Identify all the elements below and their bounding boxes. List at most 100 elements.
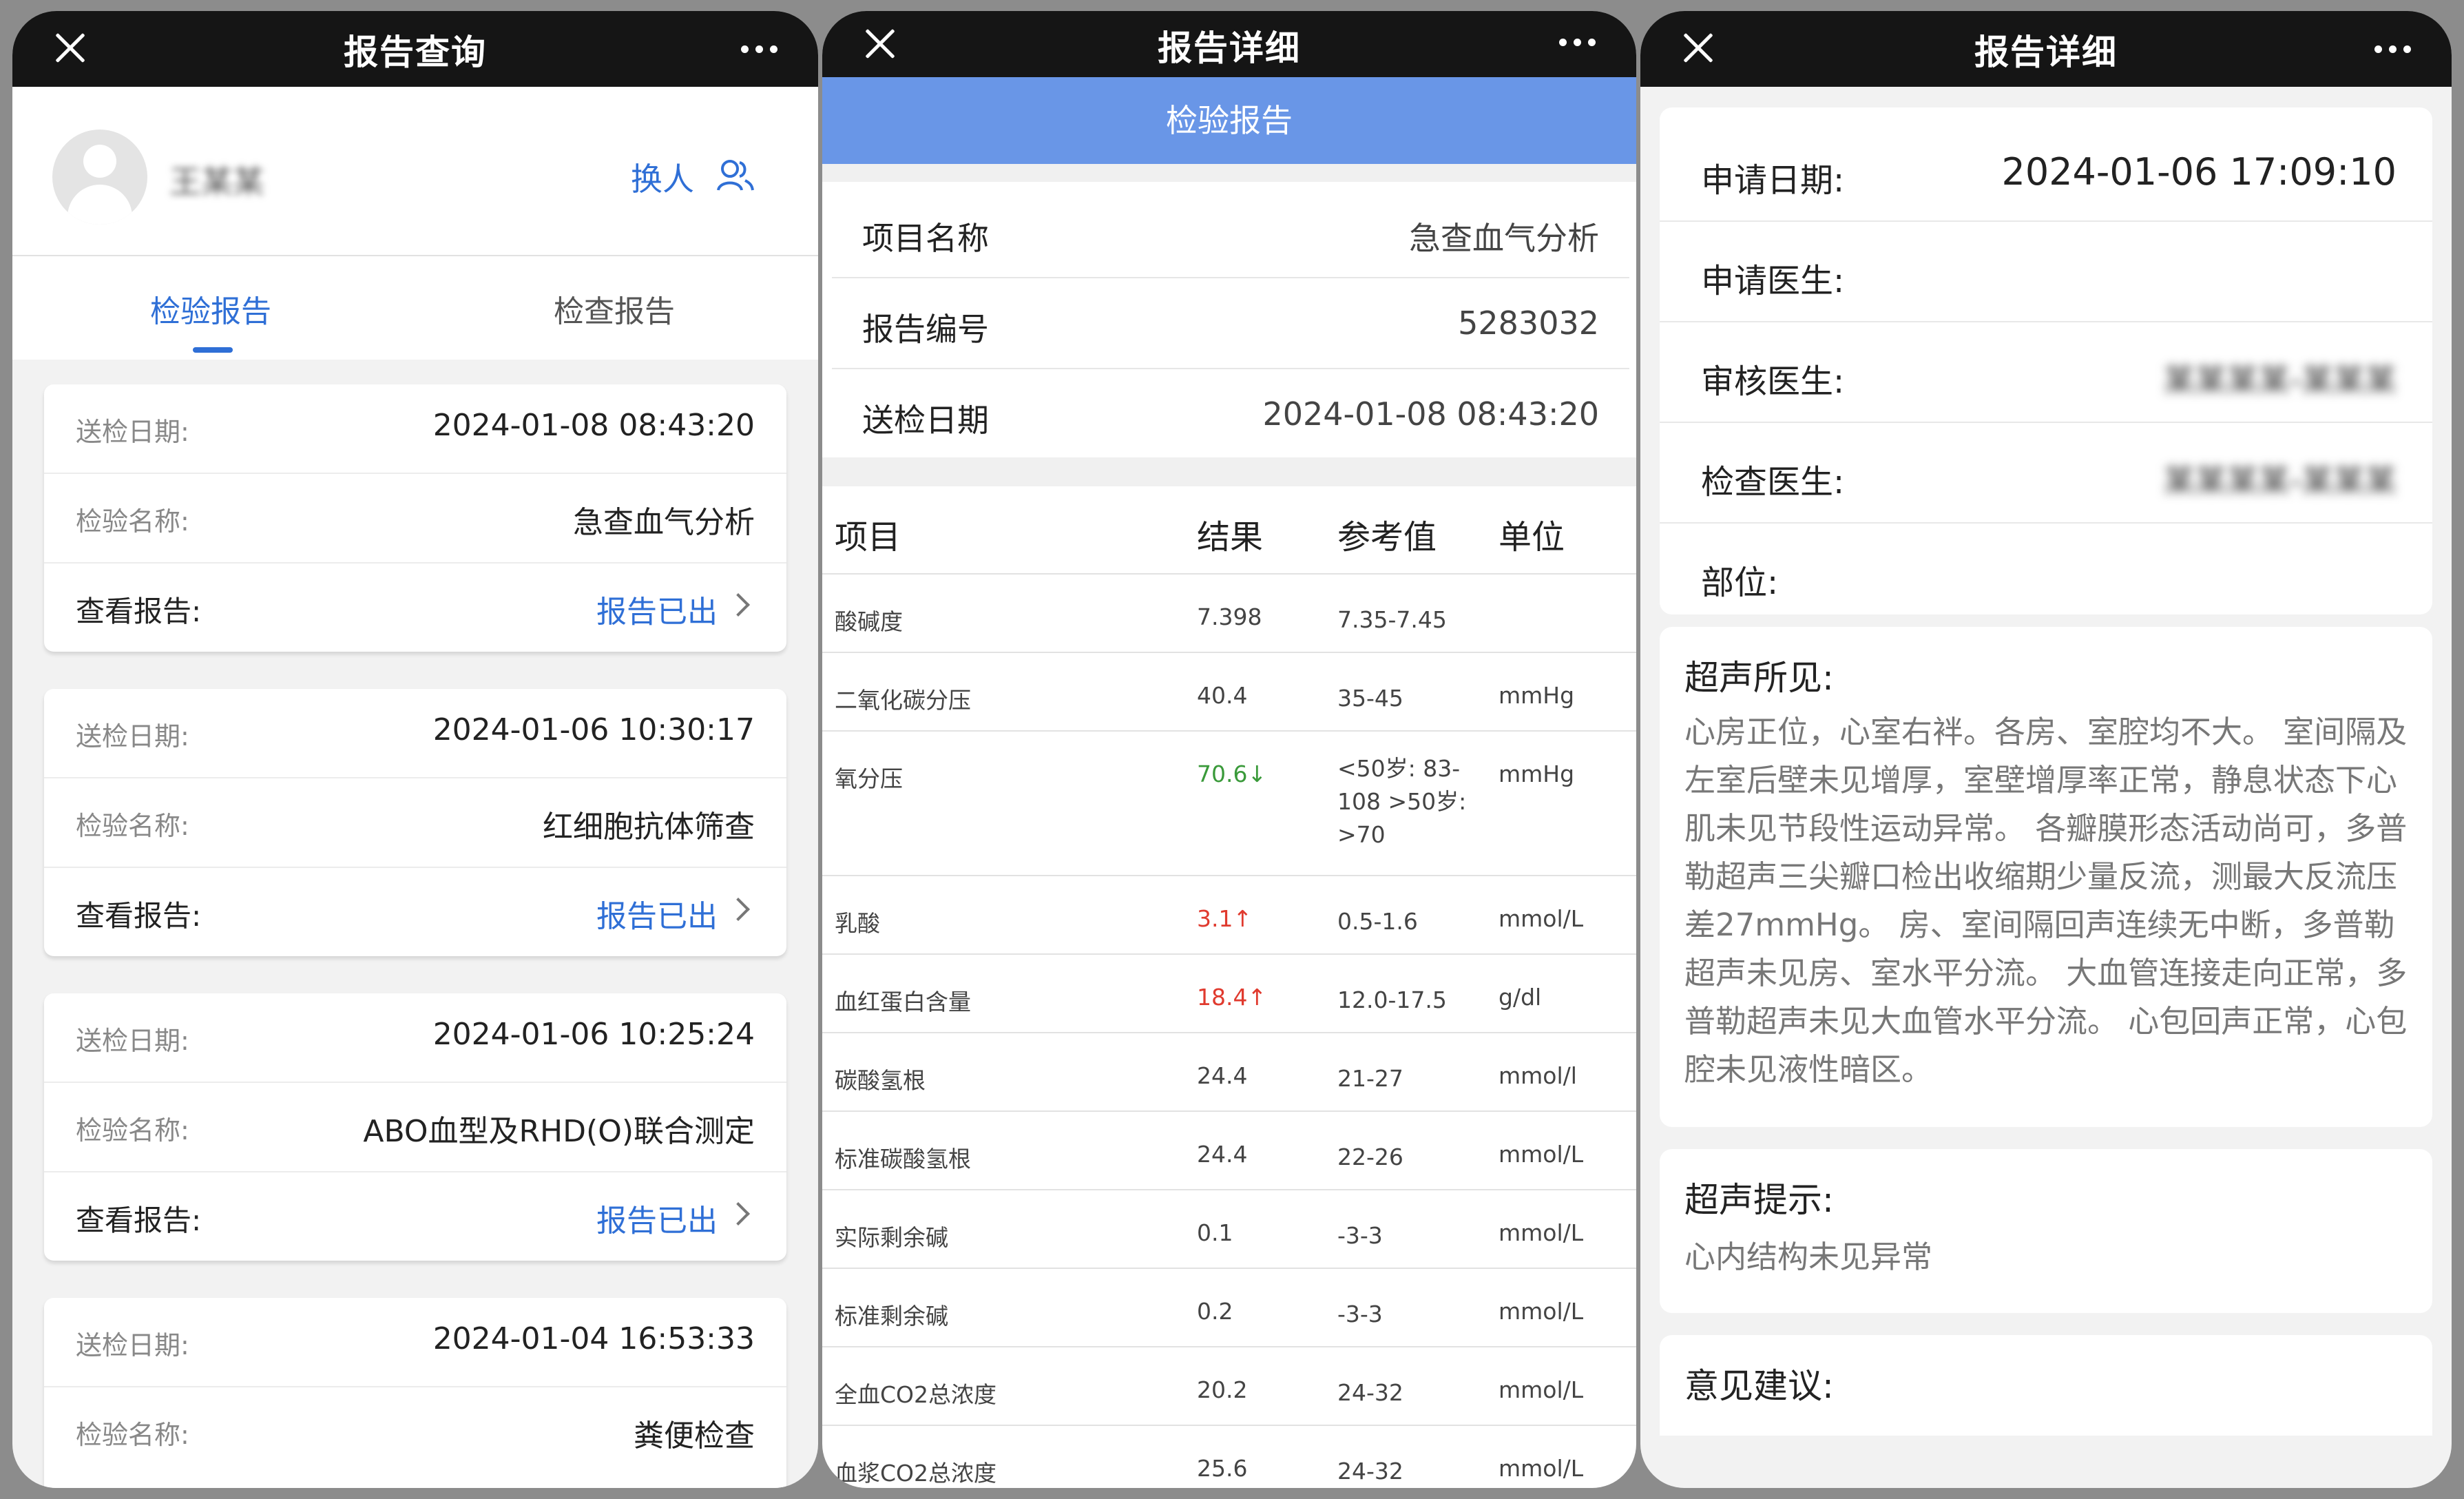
title-bar: 报告查询	[12, 11, 818, 87]
field-key: 申请医生:	[1701, 262, 1845, 300]
view-label: 查看报告:	[76, 595, 202, 628]
date-label: 送检日期:	[76, 721, 189, 752]
field-row: 申请日期: 2024-01-06 17:09:10	[1660, 121, 2432, 222]
cell-item: 标准碳酸氢根	[835, 1146, 971, 1172]
field-key: 审核医生:	[1701, 362, 1845, 401]
cell-unit: g/dl	[1499, 984, 1542, 1011]
name-label: 检验名称:	[76, 811, 189, 841]
field-row: 审核医生: 某某某某-某某某	[1660, 322, 2432, 423]
info-value: 急查血气分析	[1409, 220, 1599, 257]
hint-text: 心内结构未见异常	[1684, 1239, 1933, 1275]
page-title: 报告详细	[1974, 32, 2118, 72]
cell-reference: 12.0-17.5	[1337, 986, 1447, 1013]
cell-result: 0.1	[1197, 1219, 1233, 1246]
report-date: 2024-01-06 10:25:24	[432, 1017, 755, 1052]
report-name: 急查血气分析	[573, 505, 755, 540]
name-label: 检验名称:	[76, 1115, 189, 1146]
exam-info-card: 申请日期: 2024-01-06 17:09:10 申请医生: 审核医生: 某某某某…	[1660, 107, 2432, 614]
info-key: 报告编号	[862, 311, 989, 348]
cell-reference: <50岁: 83-108 >50岁: >70	[1337, 755, 1467, 848]
exam-report-detail-screen: 报告详细 申请日期: 2024-01-06 17:09:10 申请医生: 审核医生…	[1640, 11, 2452, 1488]
switch-user-icon[interactable]	[716, 158, 755, 193]
cell-reference: 35-45	[1337, 685, 1403, 712]
avatar	[52, 130, 147, 225]
title-bar: 报告详细	[822, 11, 1636, 77]
field-key: 申请日期:	[1701, 161, 1845, 200]
info-key: 送检日期	[862, 402, 989, 439]
view-label: 查看报告:	[76, 899, 202, 933]
info-row: 项目名称 急查血气分析	[832, 187, 1629, 278]
cell-item: 酸碱度	[835, 608, 903, 635]
field-row: 申请医生:	[1660, 222, 2432, 322]
table-row: 酸碱度 7.398 7.35-7.45	[822, 575, 1636, 653]
more-icon[interactable]	[741, 45, 778, 54]
cell-item: 血浆CO2总浓度	[835, 1460, 997, 1487]
report-name: 粪便检查	[634, 1418, 755, 1454]
cell-item: 实际剩余碱	[835, 1224, 948, 1251]
cell-reference: 24-32	[1337, 1379, 1403, 1406]
date-label: 送检日期:	[76, 1330, 189, 1361]
chevron-right-icon	[727, 898, 750, 921]
col-result: 结果	[1197, 518, 1264, 557]
cell-result: 25.6	[1197, 1455, 1248, 1482]
cell-unit: mmol/l	[1499, 1062, 1577, 1089]
tab-exam-report[interactable]: 检查报告	[554, 287, 675, 331]
advice-card: 意见建议:	[1660, 1335, 2432, 1436]
name-label: 检验名称:	[76, 1420, 189, 1450]
table-row: 氧分压 70.6↓ <50岁: 83-108 >50岁: >70 mmHg	[822, 732, 1636, 876]
name-label: 检验名称:	[76, 506, 189, 537]
cell-result: 24.4	[1197, 1141, 1248, 1168]
cell-reference: -3-3	[1337, 1222, 1383, 1249]
report-status-link[interactable]: 报告已出	[596, 587, 718, 631]
field-value-blurred: 某某某某-某某某	[2163, 362, 2397, 399]
cell-result: 7.398	[1197, 603, 1262, 630]
report-name: 红细胞抗体筛查	[543, 809, 755, 845]
field-value-blurred: 某某某某-某某某	[2163, 462, 2397, 499]
field-row: 检查医生: 某某某某-某某某	[1660, 423, 2432, 524]
report-status-link[interactable]: 报告已出	[596, 1196, 718, 1240]
table-row: 标准碳酸氢根 24.4 22-26 mmol/L	[822, 1112, 1636, 1190]
user-bar: 王某某 换人	[12, 87, 818, 256]
hint-label: 超声提示:	[1684, 1180, 1834, 1220]
cell-result: 18.4↑	[1197, 984, 1267, 1011]
report-status-link[interactable]: 报告已出	[596, 891, 718, 935]
hint-card: 超声提示: 心内结构未见异常	[1660, 1149, 2432, 1313]
chevron-right-icon	[727, 1202, 750, 1226]
report-name: ABO血型及RHD(O)联合测定	[363, 1114, 755, 1149]
cell-reference: -3-3	[1337, 1301, 1383, 1327]
col-reference: 参考值	[1337, 518, 1437, 557]
info-row: 送检日期 2024-01-08 08:43:20	[832, 369, 1629, 459]
cell-result: 70.6↓	[1197, 761, 1267, 787]
field-key: 部位:	[1701, 564, 1779, 602]
report-card: 送检日期: 2024-01-04 16:53:33 检验名称: 粪便检查	[44, 1298, 786, 1488]
table-row: 乳酸 3.1↑ 0.5-1.6 mmol/L	[822, 876, 1636, 955]
more-icon[interactable]	[2374, 45, 2412, 54]
cell-unit: mmHg	[1499, 682, 1575, 709]
report-date: 2024-01-08 08:43:20	[432, 408, 755, 443]
view-report-row[interactable]: 查看报告: 报告已出	[44, 868, 786, 956]
table-row: 标准剩余碱 0.2 -3-3 mmol/L	[822, 1269, 1636, 1347]
info-key: 项目名称	[862, 220, 989, 257]
cell-unit: mmol/L	[1499, 1219, 1584, 1246]
cell-unit: mmol/L	[1499, 1141, 1584, 1168]
more-icon[interactable]	[1559, 39, 1596, 47]
cell-result: 20.2	[1197, 1376, 1248, 1403]
tab-indicator	[193, 347, 233, 353]
date-label: 送检日期:	[76, 1026, 189, 1056]
tab-lab-report[interactable]: 检验报告	[150, 287, 271, 331]
view-report-row[interactable]: 查看报告: 报告已出	[44, 1172, 786, 1261]
table-row: 碳酸氢根 24.4 21-27 mmol/l	[822, 1033, 1636, 1112]
section-band: 检验报告	[822, 77, 1636, 164]
field-row: 部位:	[1660, 524, 2432, 623]
divider	[822, 457, 1636, 486]
field-key: 检查医生:	[1701, 463, 1845, 502]
date-label: 送检日期:	[76, 417, 189, 447]
switch-user-button[interactable]: 换人	[631, 154, 694, 200]
findings-card: 超声所见: 心房正位，心室右袢。各房、室腔均不大。 室间隔及左室后壁未见增厚，室…	[1660, 627, 2432, 1127]
report-tabs: 检验报告 检查报告	[12, 256, 818, 360]
page-title: 报告详细	[1158, 28, 1301, 68]
title-bar: 报告详细	[1640, 11, 2452, 87]
col-item: 项目	[835, 518, 901, 557]
cell-unit: mmol/L	[1499, 1455, 1584, 1482]
view-report-row[interactable]: 查看报告: 报告已出	[44, 564, 786, 652]
